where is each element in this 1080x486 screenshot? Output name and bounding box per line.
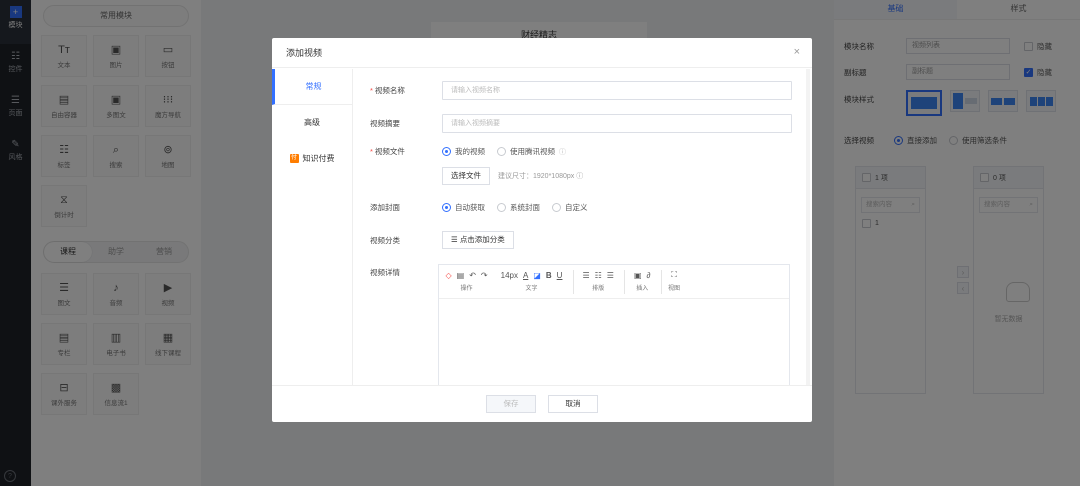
editor-toolbar: ◇ ▤ ↶ ↷ 操作 14px A ◪ B U 文字 ☰ ☷ ☰ 排版 ▣ ∂ …	[439, 265, 789, 299]
paid-badge-icon: 付	[289, 154, 299, 164]
toolbar-group-text: 14px A ◪ B U 文字	[498, 268, 565, 295]
radio-icon	[497, 203, 506, 212]
close-icon[interactable]: ×	[794, 46, 800, 58]
dialog-header: 添加视频 ×	[272, 38, 812, 68]
cover-system-radio[interactable]: 系统封面	[497, 202, 540, 213]
save-button[interactable]: 保存	[486, 395, 536, 413]
radio-label: 自动获取	[455, 203, 485, 212]
toolbar-caption[interactable]: 排版	[592, 283, 604, 292]
category-label: 视频分类	[370, 235, 400, 245]
radio-label: 我的视频	[455, 147, 485, 156]
nav-paid-knowledge[interactable]: 付知识付费	[272, 141, 352, 177]
video-summary-row: 视频摘要 请输入视频摘要	[354, 114, 792, 133]
choose-file-button[interactable]: 选择文件	[442, 167, 490, 185]
toolbar-group-actions: ◇ ▤ ↶ ↷ 操作	[443, 268, 490, 295]
video-file-row: * 视频文件 我的视频 使用腾讯视频 ⓘ	[354, 146, 578, 157]
toolbar-group-insert: ▣ ∂ 插入	[631, 268, 653, 295]
video-name-label: * 视频名称	[370, 86, 405, 95]
size-hint: 建议尺寸：1920*1080px	[498, 173, 575, 180]
dialog-scrollbar[interactable]	[806, 69, 810, 385]
toolbar-caption[interactable]: 插入	[636, 283, 648, 292]
font-color-icon[interactable]: A	[523, 271, 528, 280]
fullscreen-icon[interactable]: ⛶	[671, 270, 677, 280]
editor-content-area[interactable]	[439, 299, 789, 385]
cover-row: 添加封面 自动获取 系统封面 自定义	[354, 202, 600, 213]
format-painter-icon[interactable]: ▤	[457, 271, 465, 280]
nav-advanced[interactable]: 高级	[272, 105, 352, 141]
label-text: 视频文件	[374, 147, 405, 156]
dialog-title: 添加视频	[286, 48, 323, 58]
undo-icon[interactable]: ↶	[469, 271, 476, 280]
button-label: 点击添加分类	[459, 235, 505, 244]
detail-label: 视频详情	[370, 268, 400, 277]
choose-file-row: 选择文件 建议尺寸：1920*1080px ⓘ	[442, 167, 583, 185]
redo-icon[interactable]: ↷	[481, 271, 488, 280]
toolbar-caption[interactable]: 文字	[526, 283, 538, 292]
add-video-dialog: 添加视频 × 常规 高级 付知识付费 * 视频名称 请输入视频名称 视频摘要 请输…	[272, 38, 812, 422]
category-row: 视频分类 ☰ 点击添加分类	[354, 231, 514, 249]
add-category-button[interactable]: ☰ 点击添加分类	[442, 231, 514, 249]
nav-general[interactable]: 常规	[272, 69, 352, 105]
unordered-list-icon[interactable]: ☰	[607, 271, 614, 280]
toolbar-caption[interactable]: 视图	[668, 283, 680, 292]
radio-icon	[497, 147, 506, 156]
toolbar-caption[interactable]: 操作	[461, 283, 473, 292]
rich-text-editor: ◇ ▤ ↶ ↷ 操作 14px A ◪ B U 文字 ☰ ☷ ☰ 排版 ▣ ∂ …	[438, 264, 790, 385]
bold-icon[interactable]: B	[546, 271, 552, 280]
cover-label: 添加封面	[370, 203, 400, 212]
highlight-icon[interactable]: ◪	[533, 271, 541, 280]
ordered-list-icon[interactable]: ☷	[595, 271, 602, 280]
radio-label: 使用腾讯视频	[510, 147, 555, 156]
align-icon[interactable]: ☰	[582, 271, 589, 280]
font-size-select[interactable]: 14px	[501, 271, 518, 280]
eraser-icon[interactable]: ◇	[446, 271, 452, 280]
info-icon: ⓘ	[576, 173, 584, 180]
label-text: 视频名称	[374, 86, 405, 95]
dialog-footer: 保存 取消	[272, 385, 812, 422]
toolbar-group-view: ⛶ 视图	[668, 268, 680, 295]
radio-icon	[552, 203, 561, 212]
cover-custom-radio[interactable]: 自定义	[552, 202, 588, 213]
video-name-row: * 视频名称 请输入视频名称	[354, 81, 792, 100]
radio-label: 自定义	[565, 203, 588, 212]
nav-label: 知识付费	[302, 154, 335, 163]
underline-icon[interactable]: U	[557, 271, 563, 280]
image-icon[interactable]: ▣	[634, 271, 642, 280]
tencent-video-radio[interactable]: 使用腾讯视频 ⓘ	[497, 146, 566, 157]
dialog-nav: 常规 高级 付知识付费	[272, 69, 353, 385]
link-icon[interactable]: ∂	[647, 271, 651, 280]
radio-label: 系统封面	[510, 203, 540, 212]
list-icon: ☰	[451, 235, 460, 244]
radio-icon	[442, 147, 451, 156]
cancel-button[interactable]: 取消	[548, 395, 598, 413]
dialog-body: * 视频名称 请输入视频名称 视频摘要 请输入视频摘要 * 视频文件 我的视频 使用…	[354, 69, 810, 385]
video-name-input[interactable]: 请输入视频名称	[442, 81, 792, 100]
video-summary-input[interactable]: 请输入视频摘要	[442, 114, 792, 133]
info-icon: ⓘ	[559, 148, 566, 156]
cover-auto-radio[interactable]: 自动获取	[442, 202, 485, 213]
toolbar-group-layout: ☰ ☷ ☰ 排版	[580, 268, 617, 295]
video-file-label: * 视频文件	[370, 147, 405, 156]
radio-icon	[442, 203, 451, 212]
detail-row: 视频详情	[354, 267, 442, 278]
my-video-radio[interactable]: 我的视频	[442, 146, 485, 157]
video-summary-label: 视频摘要	[370, 119, 400, 128]
